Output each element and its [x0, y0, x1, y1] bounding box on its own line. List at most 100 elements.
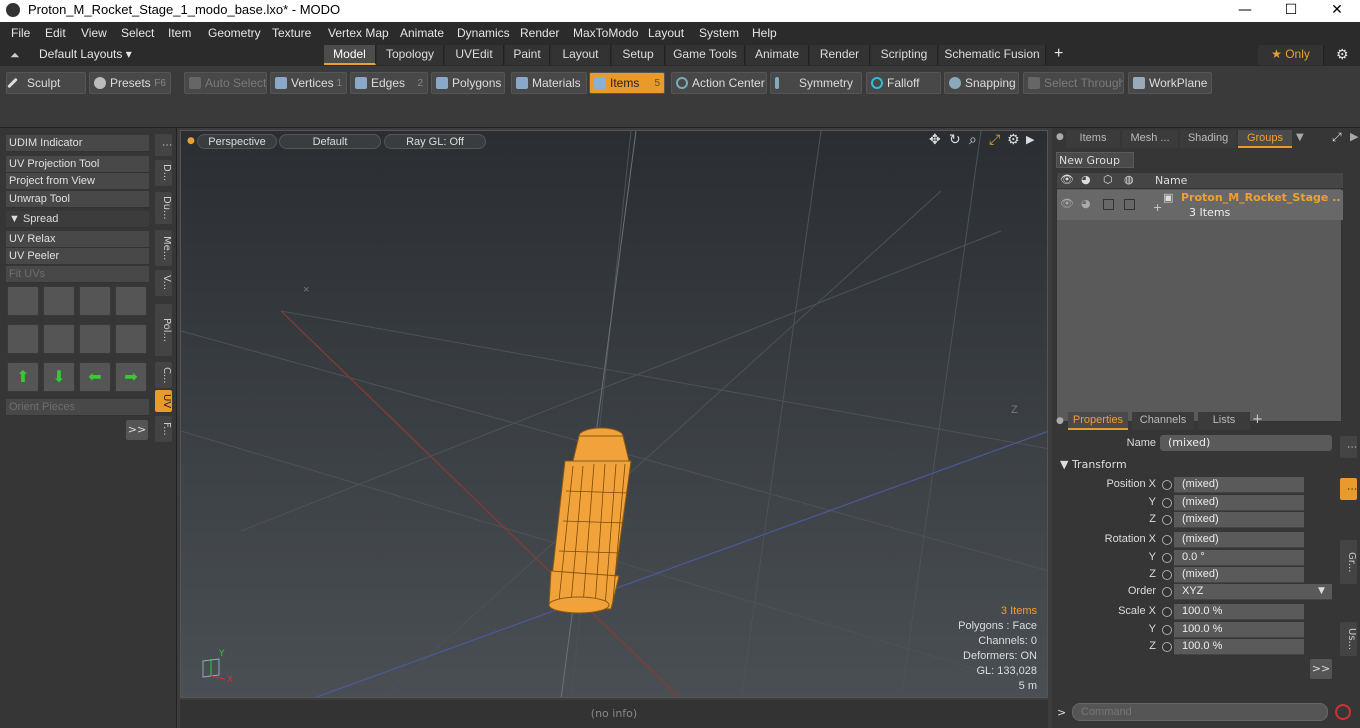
- uv-box-icon[interactable]: [115, 286, 147, 316]
- action-center-button[interactable]: Action Center: [671, 72, 767, 94]
- props-side-active-icon[interactable]: ⋮: [1340, 478, 1357, 500]
- side-tab-v[interactable]: V...: [155, 270, 172, 296]
- viewport-expand-icon[interactable]: ▶: [1026, 133, 1034, 146]
- uv-sphere-icon[interactable]: [115, 324, 147, 354]
- menu-render[interactable]: Render: [520, 26, 559, 40]
- render-column-icon[interactable]: ◕: [1081, 173, 1091, 186]
- side-tab-c[interactable]: C...: [155, 362, 172, 388]
- project-from-view-button[interactable]: Project from View: [6, 173, 149, 190]
- menu-animate[interactable]: Animate: [400, 26, 444, 40]
- view-perspective-dropdown[interactable]: Perspective: [197, 134, 277, 149]
- expand-group-icon[interactable]: +: [1153, 201, 1162, 214]
- unwrap-tool-button[interactable]: Unwrap Tool: [6, 191, 149, 208]
- symmetry-button[interactable]: Symmetry: [770, 72, 862, 94]
- menu-geometry[interactable]: Geometry: [208, 26, 261, 40]
- position-z-field[interactable]: (mixed): [1174, 512, 1304, 528]
- workplane-button[interactable]: WorkPlane: [1128, 72, 1212, 94]
- position-y-field[interactable]: (mixed): [1174, 495, 1304, 511]
- menu-file[interactable]: File: [11, 26, 30, 40]
- tab-schematic-fusion[interactable]: Schematic Fusion: [939, 45, 1046, 65]
- arrow-left-icon[interactable]: ⬅: [79, 362, 111, 392]
- panel-arrow-icon[interactable]: ▶: [1350, 130, 1358, 143]
- falloff-button[interactable]: Falloff: [866, 72, 941, 94]
- items-button[interactable]: Items 5: [589, 72, 665, 94]
- select-checkbox[interactable]: [1124, 199, 1135, 210]
- view-shading-dropdown[interactable]: Default: [279, 134, 381, 149]
- expand-properties-button[interactable]: >>: [1310, 659, 1332, 679]
- viewport-settings-icon[interactable]: ⚙: [1007, 132, 1020, 148]
- rotation-z-field[interactable]: (mixed): [1174, 567, 1304, 583]
- visibility-toggle-icon[interactable]: 👁: [1060, 197, 1074, 210]
- order-dropdown[interactable]: XYZ: [1174, 584, 1332, 600]
- tabs-dropdown-icon[interactable]: ▼: [1296, 132, 1304, 143]
- scale-z-anim-icon[interactable]: [1162, 642, 1172, 652]
- tab-render[interactable]: Render: [810, 45, 870, 65]
- add-tab-button[interactable]: +: [1054, 45, 1063, 63]
- scale-y-anim-icon[interactable]: [1162, 625, 1172, 635]
- menu-dynamics[interactable]: Dynamics: [457, 26, 510, 40]
- menu-maxtomodo[interactable]: MaxToModo: [573, 26, 638, 40]
- uv-rotate-icon[interactable]: [43, 286, 75, 316]
- arrow-up-icon[interactable]: ⬆: [7, 362, 39, 392]
- position-y-anim-icon[interactable]: [1162, 498, 1172, 508]
- tab-lists[interactable]: Lists: [1198, 412, 1250, 430]
- menu-edit[interactable]: Edit: [45, 26, 66, 40]
- menu-view[interactable]: View: [81, 26, 107, 40]
- order-anim-icon[interactable]: [1162, 587, 1172, 597]
- side-tab-us[interactable]: Us...: [1340, 622, 1357, 656]
- menu-system[interactable]: System: [699, 26, 739, 40]
- menu-texture[interactable]: Texture: [272, 26, 311, 40]
- rotation-z-anim-icon[interactable]: [1162, 570, 1172, 580]
- rocket-mesh[interactable]: [548, 427, 632, 614]
- layout-up-icon[interactable]: ⏶: [10, 48, 20, 63]
- uv-relax-button[interactable]: UV Relax: [6, 231, 149, 248]
- tab-uvedit[interactable]: UVEdit: [445, 45, 504, 65]
- snapping-button[interactable]: Snapping: [944, 72, 1019, 94]
- default-layouts-dropdown[interactable]: Default Layouts ▾: [39, 47, 132, 61]
- group-name[interactable]: Proton_M_Rocket_Stage ...: [1181, 191, 1341, 204]
- record-icon[interactable]: [1335, 704, 1351, 720]
- render-toggle-icon[interactable]: ◕: [1081, 197, 1091, 210]
- auto-select-button[interactable]: Auto Select: [184, 72, 267, 94]
- side-tab-du[interactable]: Du...: [155, 192, 172, 224]
- maximize-button[interactable]: ☐: [1268, 0, 1314, 22]
- uv-projection-tool-button[interactable]: UV Projection Tool: [6, 156, 149, 173]
- tab-mesh[interactable]: Mesh ...: [1122, 130, 1178, 148]
- left-panel-menu-icon[interactable]: ⋮: [155, 134, 172, 156]
- side-tab-uv[interactable]: UV: [155, 390, 172, 412]
- tab-shading[interactable]: Shading: [1180, 130, 1236, 148]
- only-toggle[interactable]: ★ Only: [1258, 45, 1324, 65]
- position-z-anim-icon[interactable]: [1162, 515, 1172, 525]
- select-column-icon[interactable]: ◍: [1124, 173, 1134, 186]
- scale-y-field[interactable]: 100.0 %: [1174, 622, 1304, 638]
- close-button[interactable]: ✕: [1314, 0, 1360, 22]
- side-tab-f[interactable]: F...: [155, 416, 172, 442]
- visibility-column-icon[interactable]: 👁: [1060, 173, 1074, 186]
- panel-expand-icon[interactable]: ⤢: [1332, 130, 1342, 145]
- uv-transform-icon[interactable]: [79, 286, 111, 316]
- vertices-button[interactable]: Vertices 1: [270, 72, 347, 94]
- spread-section[interactable]: ▼ Spread: [6, 211, 149, 228]
- menu-item[interactable]: Item: [168, 26, 191, 40]
- tab-channels[interactable]: Channels: [1132, 412, 1194, 430]
- menu-help[interactable]: Help: [752, 26, 777, 40]
- order-dropdown-arrow-icon[interactable]: ▼: [1318, 586, 1325, 596]
- scale-z-field[interactable]: 100.0 %: [1174, 639, 1304, 655]
- tab-items[interactable]: Items: [1066, 130, 1120, 148]
- tab-properties[interactable]: Properties: [1068, 412, 1128, 430]
- tab-topology[interactable]: Topology: [377, 45, 444, 65]
- presets-button[interactable]: Presets F6: [89, 72, 171, 94]
- uv-move-icon[interactable]: [7, 286, 39, 316]
- side-tab-gr[interactable]: Gr...: [1340, 540, 1357, 584]
- select-through-button[interactable]: Select Through: [1023, 72, 1124, 94]
- position-x-anim-icon[interactable]: [1162, 480, 1172, 490]
- expand-left-panel-button[interactable]: >>: [126, 420, 148, 440]
- add-props-tab-button[interactable]: +: [1252, 412, 1263, 427]
- 3d-viewport[interactable]: × Z ● Perspective Default Ray GL: Off ✥ …: [180, 130, 1048, 698]
- command-input[interactable]: [1072, 703, 1328, 721]
- edges-button[interactable]: Edges 2: [350, 72, 428, 94]
- raygl-toggle[interactable]: Ray GL: Off: [384, 134, 486, 149]
- gear-icon[interactable]: ⚙: [1336, 46, 1349, 63]
- fit-view-icon[interactable]: ⤢: [989, 132, 1000, 148]
- pan-icon[interactable]: ✥: [929, 132, 941, 148]
